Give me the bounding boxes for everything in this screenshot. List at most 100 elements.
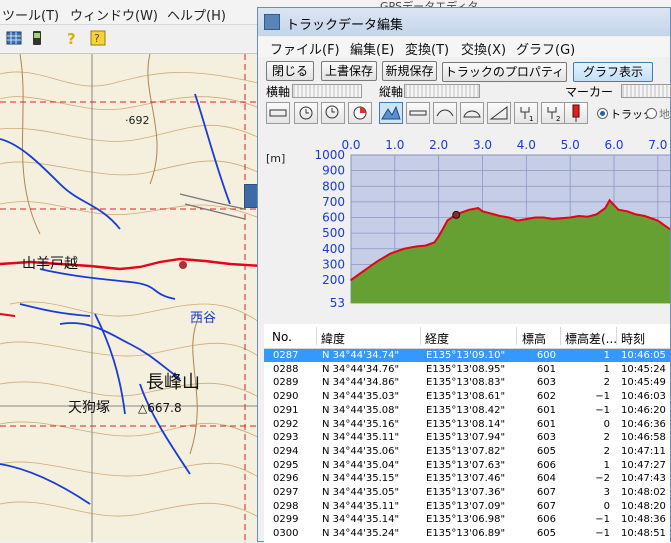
graph-tool-4[interactable] xyxy=(348,102,372,124)
elevation-point xyxy=(635,213,637,216)
cell-time: 10:48:20 xyxy=(621,500,666,512)
elevation-point xyxy=(459,212,462,214)
table-row[interactable]: 0297 N 34°44'35.05" E135°13'07.36" 607 3 10:4… xyxy=(264,486,670,499)
elevation-point xyxy=(468,208,471,211)
cell-diff: 0 xyxy=(603,500,610,512)
elevation-point xyxy=(389,252,392,255)
menu-file[interactable]: ファイル(F) xyxy=(270,39,340,58)
window-titlebar[interactable]: トラックデータ編集 xyxy=(258,8,670,36)
cell-elev: 606 xyxy=(536,459,556,471)
table-row[interactable]: 0299 N 34°44'35.14" E135°13'06.98" 606 −1 10:… xyxy=(264,513,670,526)
elevation-point xyxy=(437,235,440,238)
table-row[interactable]: 0298 N 34°44'35.11" E135°13'07.09" 607 0 10:4… xyxy=(264,500,670,513)
table-row[interactable]: 0292 N 34°44'35.16" E135°13'08.14" 601 0 10:4… xyxy=(264,418,670,431)
table-row[interactable]: 0288 N 34°44'34.76" E135°13'08.95" 601 1 10:4… xyxy=(264,363,670,376)
elevation-point xyxy=(481,210,484,213)
cell-no: 0296 xyxy=(273,473,299,485)
table-row[interactable]: 0296 N 34°44'35.15" E135°13'07.46" 604 −2 10:… xyxy=(264,472,670,485)
cell-no: 0289 xyxy=(273,377,299,389)
cell-diff: 2 xyxy=(603,377,610,389)
menu-exchange[interactable]: 交換(X) xyxy=(461,39,506,58)
cell-lon: E135°13'08.42" xyxy=(426,404,506,416)
map-canvas: ·692 山羊戸越 西谷 長峰山 天狗塚 △667.8 xyxy=(0,54,262,542)
track-points-table[interactable]: No. 緯度 経度 標高 標高差(... 時刻 0287 N 34°44'34.7… xyxy=(264,324,670,543)
elevation-point xyxy=(424,244,427,247)
cell-lon: E135°13'08.83" xyxy=(426,377,506,389)
cell-lon: E135°13'07.82" xyxy=(426,445,506,457)
help-icon[interactable]: ? xyxy=(64,30,80,46)
col-elev-diff[interactable]: 標高差(... xyxy=(565,330,617,347)
y-tick-label: 200 xyxy=(322,273,345,287)
elevation-point xyxy=(569,216,571,219)
cell-lat: N 34°44'35.16" xyxy=(322,418,400,430)
radio-map[interactable] xyxy=(646,108,657,119)
graph-tool-3[interactable] xyxy=(321,102,345,124)
svg-text:1: 1 xyxy=(529,115,533,123)
graph-tool-8[interactable] xyxy=(460,102,484,124)
elevation-point xyxy=(363,269,365,272)
cell-elev: 605 xyxy=(536,445,556,457)
table-row[interactable]: 0290 N 34°44'35.03" E135°13'08.61" 602 −1 10:… xyxy=(264,390,670,403)
track-properties-button[interactable]: トラックのプロパティ xyxy=(442,62,567,82)
graph-tool-2[interactable] xyxy=(294,102,318,124)
col-lon[interactable]: 経度 xyxy=(425,330,449,347)
graph-tool-1[interactable] xyxy=(266,102,290,124)
menu-window[interactable]: ウィンドウ(W) xyxy=(70,5,158,24)
grid-icon[interactable] xyxy=(6,30,22,46)
table-row-selected[interactable]: 0287 N 34°44'34.74" E135°13'09.10" 600 1 10:4… xyxy=(264,349,670,362)
graph-view-button[interactable]: グラフ表示 xyxy=(573,62,653,82)
table-row[interactable]: 0293 N 34°44'35.11" E135°13'07.94" 603 2 10:4… xyxy=(264,431,670,444)
menu-graph[interactable]: グラフ(G) xyxy=(516,39,575,58)
save-new-button[interactable]: 新規保存 xyxy=(382,61,437,81)
v-axis-slider[interactable] xyxy=(404,84,480,98)
h-axis-slider[interactable] xyxy=(292,84,362,98)
table-row[interactable]: 0289 N 34°44'34.86" E135°13'08.83" 603 2 10:4… xyxy=(264,376,670,389)
col-time[interactable]: 時刻 xyxy=(621,330,645,347)
menu-edit[interactable]: 編集(E) xyxy=(350,39,394,58)
y-tick-label: 800 xyxy=(322,179,345,193)
cell-elev: 603 xyxy=(536,432,556,444)
col-elev[interactable]: 標高 xyxy=(522,330,546,347)
track-cursor-marker[interactable] xyxy=(452,210,461,219)
marker-slider[interactable] xyxy=(621,84,671,98)
menu-convert[interactable]: 変換(T) xyxy=(405,39,449,58)
col-no[interactable]: No. xyxy=(272,330,292,344)
menu-tools[interactable]: ツール(T) xyxy=(2,5,59,24)
topographic-map[interactable]: ·692 山羊戸越 西谷 長峰山 天狗塚 △667.8 xyxy=(0,54,262,542)
app-icon xyxy=(264,14,280,30)
overwrite-save-button[interactable]: 上書保存 xyxy=(321,61,377,81)
map-elevation-label: ·692 xyxy=(125,114,150,127)
elevation-graph[interactable]: 0.0 1.0 2.0 3.0 4.0 5.0 6.0 7.0 100090080070060… xyxy=(264,136,670,322)
y-tick-label: 53 xyxy=(330,296,345,310)
cell-elev: 604 xyxy=(536,473,556,485)
cell-diff: 1 xyxy=(603,363,610,375)
radio-track[interactable] xyxy=(597,108,608,119)
table-row[interactable]: 0300 N 34°44'35.24" E135°13'06.89" 605 −1 10:… xyxy=(264,527,670,540)
graph-tool-9[interactable] xyxy=(487,102,511,124)
graph-tool-11[interactable]: 2 xyxy=(541,102,565,124)
close-button[interactable]: 閉じる xyxy=(266,61,314,81)
cell-lon: E135°13'06.98" xyxy=(426,514,506,526)
table-row[interactable]: 0294 N 34°44'35.06" E135°13'07.82" 605 2 10:4… xyxy=(264,445,670,458)
graph-tool-6[interactable] xyxy=(406,102,430,124)
elevation-point xyxy=(376,260,379,263)
elevation-point xyxy=(626,210,628,213)
elevation-point xyxy=(508,216,510,219)
elevation-point xyxy=(433,241,436,244)
elevation-point xyxy=(613,204,615,206)
cell-elev: 602 xyxy=(536,391,556,403)
menu-help[interactable]: ヘルプ(H) xyxy=(167,5,226,24)
gps-device-icon[interactable] xyxy=(29,30,45,46)
elevation-point xyxy=(617,208,620,211)
cell-no: 0295 xyxy=(273,459,299,471)
cell-elev: 607 xyxy=(536,500,556,512)
col-lat[interactable]: 緯度 xyxy=(321,330,345,347)
table-row[interactable]: 0295 N 34°44'35.04" E135°13'07.63" 606 1 10:4… xyxy=(264,459,670,472)
context-help-icon[interactable]: ? xyxy=(90,30,106,46)
graph-tool-10[interactable]: 1 xyxy=(514,102,538,124)
table-row[interactable]: 0291 N 34°44'35.08" E135°13'08.42" 601 −1 10:… xyxy=(264,404,670,417)
graph-tool-profile[interactable] xyxy=(379,102,403,124)
graph-tool-7[interactable] xyxy=(433,102,457,124)
cell-lat: N 34°44'34.76" xyxy=(322,363,400,375)
graph-tool-marker[interactable] xyxy=(564,102,588,124)
